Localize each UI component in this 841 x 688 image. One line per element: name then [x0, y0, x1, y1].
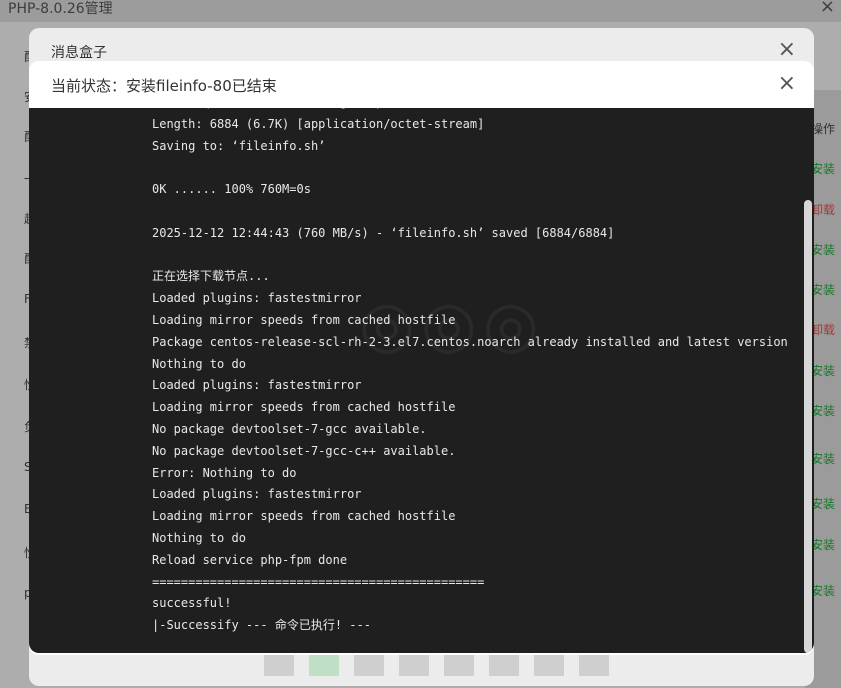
terminal-line: Package centos-release-scl-rh-2-3.el7.ce… — [152, 334, 788, 349]
terminal-line: Loading mirror speeds from cached hostfi… — [152, 509, 456, 524]
install-status-title: 当前状态：安装fileinfo-80已结束 — [51, 77, 277, 95]
install-status-dialog: 当前状态：安装fileinfo-80已结束 × ◎◎◎ HTTP request… — [29, 61, 814, 655]
terminal-line: Loaded plugins: fastestmirror — [152, 291, 362, 306]
terminal-line: Loading mirror speeds from cached hostfi… — [152, 312, 456, 327]
terminal-line: |-Successify --- 命令已执行! --- — [152, 618, 371, 633]
terminal-line: Length: 6884 (6.7K) [application/octet-s… — [152, 116, 485, 131]
terminal-line: successful! — [152, 596, 232, 611]
terminal-lines: HTTP request sent, awaiting response... … — [152, 108, 788, 637]
terminal-line: Nothing to do — [152, 356, 246, 371]
terminal-line: Saving to: ‘fileinfo.sh’ — [152, 138, 326, 153]
terminal-line: No package devtoolset-7-gcc-c++ availabl… — [152, 443, 456, 458]
close-icon[interactable]: × — [778, 37, 796, 63]
message-box-title: 消息盒子 — [51, 45, 107, 61]
terminal-output[interactable]: ◎◎◎ HTTP request sent, awaiting response… — [29, 108, 814, 653]
terminal-line: Error: Nothing to do — [152, 465, 297, 480]
close-icon[interactable]: × — [778, 71, 796, 97]
terminal-line: 0K ...... 100% 760M=0s — [152, 182, 311, 197]
terminal-line: No package devtoolset-7-gcc available. — [152, 421, 427, 436]
terminal-line: Reload service php-fpm done — [152, 552, 348, 567]
terminal-line: 正在选择下载节点... — [152, 269, 270, 284]
terminal-line: Nothing to do — [152, 530, 246, 545]
terminal-scrollbar[interactable] — [804, 200, 812, 653]
terminal-line: Loaded plugins: fastestmirror — [152, 487, 362, 502]
terminal-line: Loading mirror speeds from cached hostfi… — [152, 400, 456, 415]
terminal-line: Loaded plugins: fastestmirror — [152, 378, 362, 393]
terminal-line: 2025-12-12 12:44:43 (760 MB/s) - ‘filein… — [152, 225, 615, 240]
terminal-line: ========================================… — [152, 574, 485, 589]
